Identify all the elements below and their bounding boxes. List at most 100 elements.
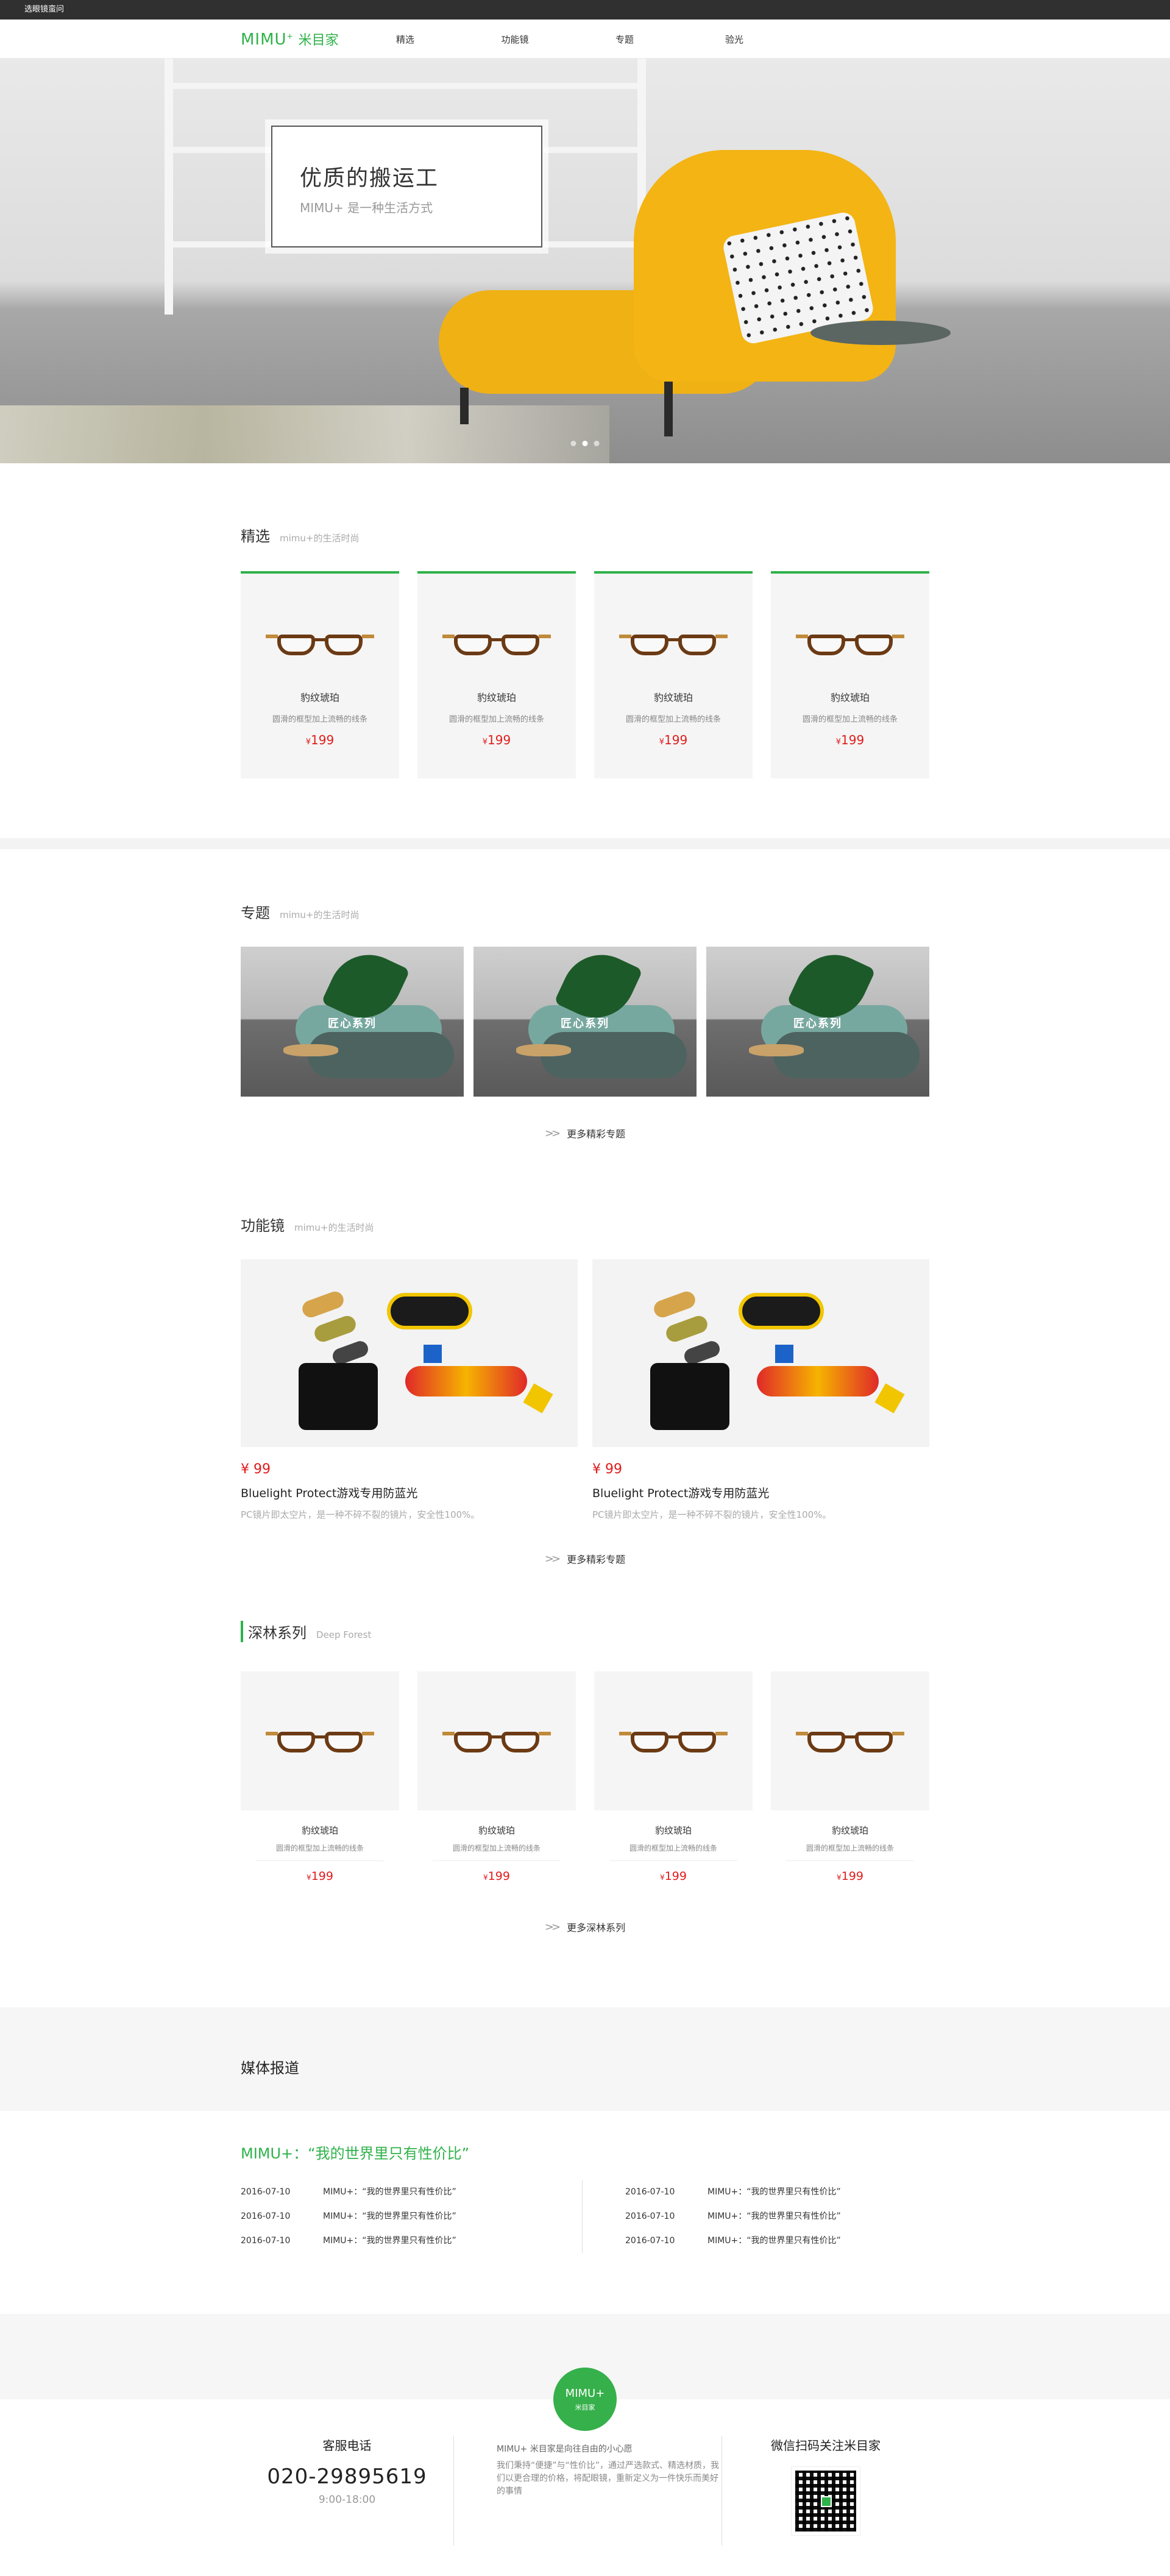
double-chevron-right-icon: >> <box>544 1552 561 1565</box>
function-product-card[interactable]: ¥ 99 Bluelight Protect游戏专用防蓝光 PC镜片即太空片，是… <box>592 1259 929 1521</box>
news-item[interactable]: 2016-07-10 MIMU+：“我的世界里只有性价比” <box>625 2229 929 2253</box>
more-deep-forest-label: 更多深林系列 <box>567 1922 626 1934</box>
double-chevron-right-icon: >> <box>544 1920 561 1934</box>
deep-forest-subtitle: Deep Forest <box>316 1629 372 1640</box>
news-title: MIMU+：“我的世界里只有性价比” <box>707 2187 841 2197</box>
product-name: 豹纹琥珀 <box>301 1825 338 1836</box>
news-item[interactable]: 2016-07-10 MIMU+：“我的世界里只有性价比” <box>625 2180 929 2204</box>
function-glasses-list: ¥ 99 Bluelight Protect游戏专用防蓝光 PC镜片即太空片，是… <box>241 1259 929 1521</box>
product-price: ¥199 <box>483 1870 510 1883</box>
topics-title: 专题 <box>241 905 270 922</box>
function-product-price: ¥ 99 <box>241 1462 271 1477</box>
wechat-follow: 微信扫码关注米目家 <box>722 2436 929 2546</box>
product-price: ¥199 <box>837 1870 863 1883</box>
product-desc: 圆滑的框型加上流畅的线条 <box>272 715 367 724</box>
carousel-dots <box>570 441 600 446</box>
product-name: 豹纹琥珀 <box>654 1825 692 1836</box>
topic-tiles: 匠心系列 匠心系列 匠心系列 <box>241 947 929 1097</box>
more-function-label: 更多精彩专题 <box>567 1554 626 1565</box>
featured-section: 精选 mimu+的生活时尚 豹纹琥珀 圆滑的框型加上流畅的线条 ¥199 豹纹琥… <box>241 463 929 838</box>
news-title: MIMU+：“我的世界里只有性价比” <box>707 2236 841 2246</box>
glasses-image <box>619 628 728 659</box>
news-column-left: 2016-07-10 MIMU+：“我的世界里只有性价比” 2016-07-10 M… <box>241 2180 631 2253</box>
product-name: 豹纹琥珀 <box>831 1825 868 1836</box>
glasses-image <box>442 628 551 659</box>
more-function-link[interactable]: >> 更多精彩专题 <box>241 1551 929 1566</box>
function-product-image <box>592 1259 929 1447</box>
nav-item-function-glasses[interactable]: 功能镜 <box>460 33 570 46</box>
product-desc: 圆滑的框型加上流畅的线条 <box>609 1843 737 1861</box>
news-item[interactable]: 2016-07-10 MIMU+：“我的世界里只有性价比” <box>625 2204 929 2229</box>
function-product-title: Bluelight Protect游戏专用防蓝光 <box>592 1487 770 1500</box>
about-blurb: MIMU+ 米目家是向往自由的小心愿 我们秉持“便捷”与“性价比”，通过严选款式… <box>454 2436 722 2546</box>
media-headline[interactable]: MIMU+：“我的世界里只有性价比” <box>241 2141 929 2163</box>
product-card[interactable]: 豹纹琥珀 圆滑的框型加上流畅的线条 ¥199 <box>241 1671 399 1883</box>
hero-banner[interactable]: 优质的搬运工 MIMU+ 是一种生活方式 <box>0 59 1170 463</box>
product-card[interactable]: 豹纹琥珀 圆滑的框型加上流畅的线条 ¥199 <box>771 1671 929 1883</box>
product-desc: 圆滑的框型加上流畅的线条 <box>433 1843 561 1861</box>
news-title: MIMU+：“我的世界里只有性价比” <box>707 2211 841 2221</box>
more-topics-link[interactable]: >> 更多精彩专题 <box>241 1126 929 1140</box>
news-date: 2016-07-10 <box>625 2187 675 2197</box>
product-price: ¥199 <box>307 1870 333 1883</box>
site-logo[interactable]: MIMU+ 米目家 <box>241 29 350 49</box>
customer-service: 客服电话 020-29895619 9:00-18:00 <box>241 2436 454 2546</box>
news-list: 2016-07-10 MIMU+：“我的世界里只有性价比” 2016-07-10 M… <box>241 2180 929 2253</box>
product-desc: 圆滑的框型加上流畅的线条 <box>448 715 544 724</box>
product-image <box>771 1671 929 1810</box>
product-card[interactable]: 豹纹琥珀 圆滑的框型加上流畅的线条 ¥199 <box>594 571 753 778</box>
function-heading: 功能镜 mimu+的生活时尚 <box>241 1214 929 1235</box>
product-price: ¥199 <box>835 733 865 747</box>
nav-item-featured[interactable]: 精选 <box>350 33 460 46</box>
hero-leg-graphic <box>664 382 673 436</box>
nav-menu: 精选 功能镜 专题 验光 <box>350 33 789 46</box>
logo-en: MIMU <box>241 30 287 49</box>
carousel-dot-active[interactable] <box>582 441 588 446</box>
wechat-qr-code[interactable] <box>791 2466 860 2536</box>
product-card[interactable]: 豹纹琥珀 圆滑的框型加上流畅的线条 ¥199 <box>771 571 929 778</box>
product-price: ¥199 <box>660 1870 687 1883</box>
more-topics-label: 更多精彩专题 <box>567 1128 626 1140</box>
product-card[interactable]: 豹纹琥珀 圆滑的框型加上流畅的线条 ¥199 <box>417 1671 576 1883</box>
function-glasses-section: 功能镜 mimu+的生活时尚 ¥ 99 Bluelight Protect游戏专… <box>241 1140 929 1566</box>
topic-label: 匠心系列 <box>328 1017 377 1030</box>
hero-table-graphic <box>810 321 951 345</box>
product-name: 豹纹琥珀 <box>477 692 516 703</box>
product-card[interactable]: 豹纹琥珀 圆滑的框型加上流畅的线条 ¥199 <box>417 571 576 778</box>
product-card[interactable]: 豹纹琥珀 圆滑的框型加上流畅的线条 ¥199 <box>241 571 399 778</box>
media-section: MIMU+：“我的世界里只有性价比” 2016-07-10 MIMU+：“我的世界… <box>241 2141 929 2253</box>
top-bar: 选眼镜蛮问 <box>0 0 1170 20</box>
about-lead: MIMU+ 米目家是向往自由的小心愿 <box>497 2444 633 2454</box>
news-item[interactable]: 2016-07-10 MIMU+：“我的世界里只有性价比” <box>241 2180 631 2204</box>
top-bar-text[interactable]: 选眼镜蛮问 <box>24 5 64 14</box>
product-image <box>417 1671 576 1810</box>
product-name: 豹纹琥珀 <box>653 692 693 703</box>
product-card[interactable]: 豹纹琥珀 圆滑的框型加上流畅的线条 ¥199 <box>594 1671 753 1883</box>
topic-label: 匠心系列 <box>793 1017 842 1030</box>
nav-item-optometry[interactable]: 验光 <box>679 33 789 46</box>
news-item[interactable]: 2016-07-10 MIMU+：“我的世界里只有性价比” <box>241 2229 631 2253</box>
topics-section: 专题 mimu+的生活时尚 匠心系列 匠心系列 匠心系列 >> 更多精彩专题 <box>241 849 929 1140</box>
nav-item-topics[interactable]: 专题 <box>570 33 679 46</box>
news-date: 2016-07-10 <box>241 2187 291 2197</box>
news-item[interactable]: 2016-07-10 MIMU+：“我的世界里只有性价比” <box>241 2204 631 2229</box>
service-title: 客服电话 <box>322 2438 372 2453</box>
news-title: MIMU+：“我的世界里只有性价比” <box>323 2187 456 2197</box>
topic-tile[interactable]: 匠心系列 <box>241 947 464 1097</box>
carousel-dot[interactable] <box>570 441 576 446</box>
news-column-right: 2016-07-10 MIMU+：“我的世界里只有性价比” 2016-07-10 M… <box>582 2180 929 2253</box>
carousel-dot[interactable] <box>594 441 600 446</box>
function-product-card[interactable]: ¥ 99 Bluelight Protect游戏专用防蓝光 PC镜片即太空片，是… <box>241 1259 578 1521</box>
function-subtitle: mimu+的生活时尚 <box>294 1222 374 1233</box>
topic-tile[interactable]: 匠心系列 <box>473 947 697 1097</box>
featured-product-list: 豹纹琥珀 圆滑的框型加上流畅的线条 ¥199 豹纹琥珀 圆滑的框型加上流畅的线条… <box>241 571 929 778</box>
news-title: MIMU+：“我的世界里只有性价比” <box>323 2211 456 2221</box>
topic-tile[interactable]: 匠心系列 <box>706 947 929 1097</box>
section-divider <box>0 838 1170 849</box>
glasses-image <box>266 628 374 659</box>
product-desc: 圆滑的框型加上流畅的线条 <box>786 1843 914 1861</box>
service-phone[interactable]: 020-29895619 <box>241 2464 453 2489</box>
product-desc: 圆滑的框型加上流畅的线条 <box>625 715 721 724</box>
deep-forest-heading: 深林系列 Deep Forest <box>241 1621 929 1642</box>
more-deep-forest-link[interactable]: >> 更多深林系列 <box>241 1920 929 1934</box>
